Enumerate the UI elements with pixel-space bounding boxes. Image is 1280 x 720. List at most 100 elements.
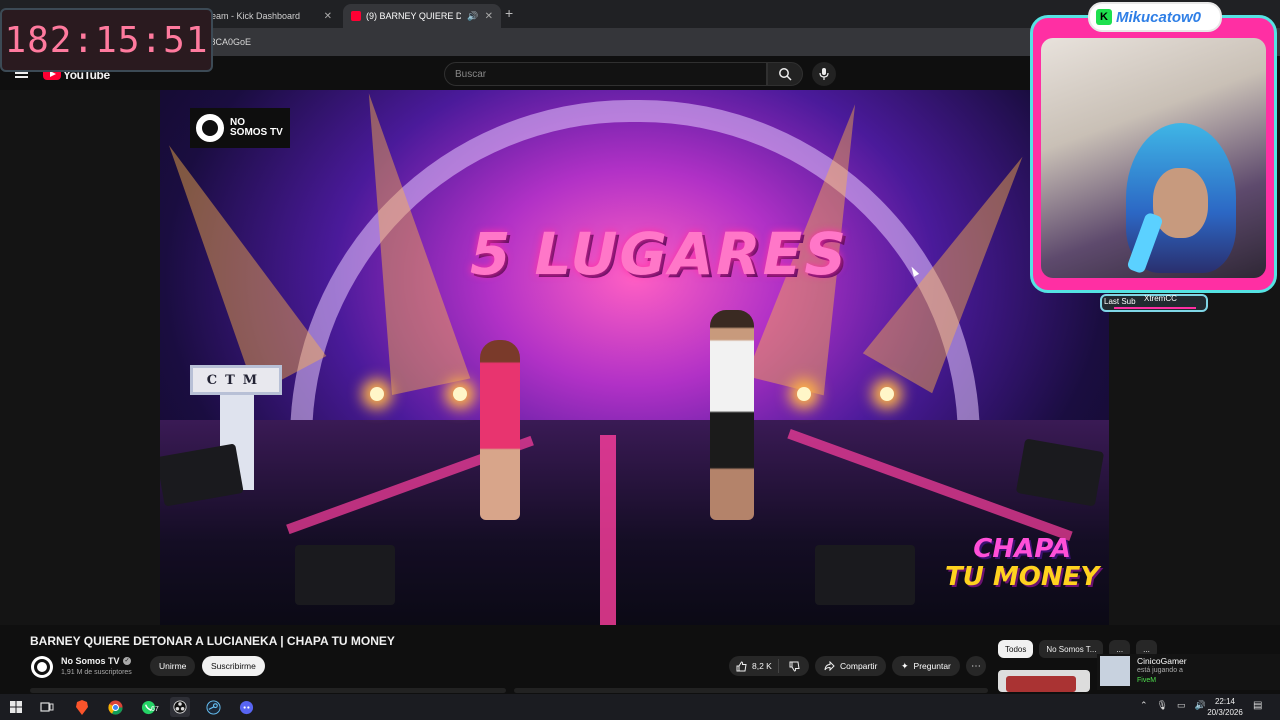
join-button[interactable]: Unirme xyxy=(150,656,196,676)
subscriber-count: 1,91 M de suscriptores xyxy=(61,669,132,676)
obs-glyph xyxy=(173,700,187,714)
podium-label: CTM xyxy=(190,365,282,395)
subscribe-button[interactable]: Suscribirme xyxy=(202,656,265,676)
close-tab-icon[interactable]: ✕ xyxy=(485,11,493,22)
close-tab-icon[interactable]: ✕ xyxy=(324,11,332,22)
like-icon xyxy=(736,660,747,671)
description-placeholder xyxy=(30,688,506,693)
stage-spotlight xyxy=(797,387,811,401)
mic-tray-icon[interactable]: 🎙 xyxy=(1157,700,1168,711)
webcam-feed xyxy=(1041,38,1266,278)
more-actions-button[interactable]: ⋯ xyxy=(966,656,986,676)
verified-icon: ✓ xyxy=(123,657,131,665)
logo-text: NO SOMOS TV xyxy=(230,117,283,138)
mic-icon xyxy=(819,68,829,80)
tab-kick-dashboard[interactable]: ream - Kick Dashboard ✕ xyxy=(200,4,340,28)
stage-speaker xyxy=(815,545,915,605)
last-sub-name: XtremCC xyxy=(1144,294,1177,303)
youtube-favicon-icon xyxy=(351,11,361,21)
chevron-up-icon[interactable]: ⌃ xyxy=(1140,700,1148,711)
share-icon xyxy=(824,661,835,671)
floor-stripe xyxy=(600,435,616,625)
description-placeholder xyxy=(514,688,988,693)
url-field[interactable]: c8CA0GoE xyxy=(206,34,1006,50)
friend-name: CinicoGamer xyxy=(1137,656,1187,666)
new-tab-button[interactable]: + xyxy=(505,5,513,21)
stage-spotlight xyxy=(453,387,467,401)
last-sub-label: Last Sub xyxy=(1104,297,1136,306)
last-sub-widget: Last Sub XtremCC xyxy=(1100,294,1208,312)
stage-spotlight xyxy=(880,387,894,401)
logo-ring-icon xyxy=(196,114,224,142)
chrome-glyph xyxy=(107,699,123,715)
like-button[interactable]: 8,2 K xyxy=(729,659,779,673)
stage-sign: 5 LUGARES xyxy=(470,220,848,288)
channel-name[interactable]: No Somos TV xyxy=(61,656,120,666)
recommended-thumbnail[interactable] xyxy=(998,670,1090,692)
show-logo-line1: CHAPA xyxy=(973,534,1071,564)
steam-glyph xyxy=(205,699,221,715)
voice-search-button[interactable] xyxy=(812,62,836,86)
video-player[interactable]: 5 LUGARES NO SOMOS TV CTM CHAPA TU MONEY xyxy=(160,90,1109,625)
tab-youtube-video[interactable]: (9) BARNEY QUIERE DETON 🔊 ✕ xyxy=(343,4,501,28)
taskbar-clock[interactable]: 22:14 20/3/2026 xyxy=(1205,696,1245,718)
ask-button[interactable]: ✦ Preguntar xyxy=(892,656,960,676)
ask-icon: ✦ xyxy=(901,660,909,671)
like-count: 8,2 K xyxy=(752,661,772,671)
timer-value: 182:15:51 xyxy=(4,19,209,61)
windows-taskbar xyxy=(0,694,1280,720)
video-title: BARNEY QUIERE DETONAR A LUCIANEKA | CHAP… xyxy=(30,634,395,648)
windows-start-icon[interactable] xyxy=(6,697,26,717)
webcam-frame xyxy=(1030,15,1277,293)
ask-label: Preguntar xyxy=(913,661,951,671)
friend-game: FiveM xyxy=(1137,677,1157,684)
brave-icon[interactable] xyxy=(72,697,92,717)
show-logo-line2: TU MONEY xyxy=(945,562,1100,592)
clock-date: 20/3/2026 xyxy=(1207,708,1243,717)
obs-icon[interactable] xyxy=(170,697,190,717)
dislike-icon xyxy=(789,661,800,672)
search-button[interactable] xyxy=(767,62,803,86)
notification-icon[interactable]: ▤ xyxy=(1253,700,1262,711)
search-icon xyxy=(779,68,792,81)
streamer-name-badge: K Mikucatow0 xyxy=(1088,2,1222,32)
contestant-woman xyxy=(480,340,520,520)
subathon-timer: 182:15:51 xyxy=(0,8,213,72)
chapa-tu-money-logo: CHAPA TU MONEY xyxy=(945,535,1099,591)
chip-all[interactable]: Todos xyxy=(998,640,1034,658)
task-view-icon[interactable] xyxy=(37,697,57,717)
stage-light-beam xyxy=(160,126,327,394)
tab-label: (9) BARNEY QUIERE DETON xyxy=(366,11,461,21)
like-dislike-group: 8,2 K xyxy=(729,656,809,676)
network-icon[interactable]: ▭ xyxy=(1177,700,1186,711)
tab-label: ream - Kick Dashboard xyxy=(208,11,301,21)
stage-spotlight xyxy=(370,387,384,401)
channel-avatar[interactable] xyxy=(31,656,53,678)
kick-logo-icon: K xyxy=(1096,9,1112,25)
clock-time: 22:14 xyxy=(1214,697,1236,706)
contestant-man xyxy=(710,310,754,520)
streamer-name: Mikucatow0 xyxy=(1116,8,1202,26)
streamer-face xyxy=(1153,168,1208,238)
last-sub-bar xyxy=(1114,307,1196,309)
stage-speaker xyxy=(295,545,395,605)
discord-glyph xyxy=(239,700,253,714)
no-somos-tv-logo: NO SOMOS TV xyxy=(190,108,290,148)
chrome-icon[interactable] xyxy=(105,697,125,717)
brave-glyph xyxy=(76,699,88,715)
discord-icon[interactable] xyxy=(236,697,256,717)
search-input[interactable]: Buscar xyxy=(444,62,767,86)
friend-avatar xyxy=(1100,656,1130,686)
speaker-icon[interactable]: 🔊 xyxy=(467,11,478,22)
share-button[interactable]: Compartir xyxy=(815,656,887,676)
whatsapp-badge: 67 xyxy=(151,706,159,713)
friend-status: está jugando a xyxy=(1137,667,1183,674)
activity-notification[interactable]: CinicoGamer está jugando a FiveM xyxy=(1097,654,1280,690)
windows-logo xyxy=(10,701,22,713)
steam-icon[interactable] xyxy=(203,697,223,717)
task-view-glyph xyxy=(40,702,54,712)
system-tray[interactable]: ⌃ 🎙 ▭ 🔊 xyxy=(1140,700,1206,711)
dislike-button[interactable] xyxy=(779,661,809,672)
share-label: Compartir xyxy=(840,661,878,671)
chip-channel[interactable]: No Somos T... xyxy=(1039,640,1104,658)
